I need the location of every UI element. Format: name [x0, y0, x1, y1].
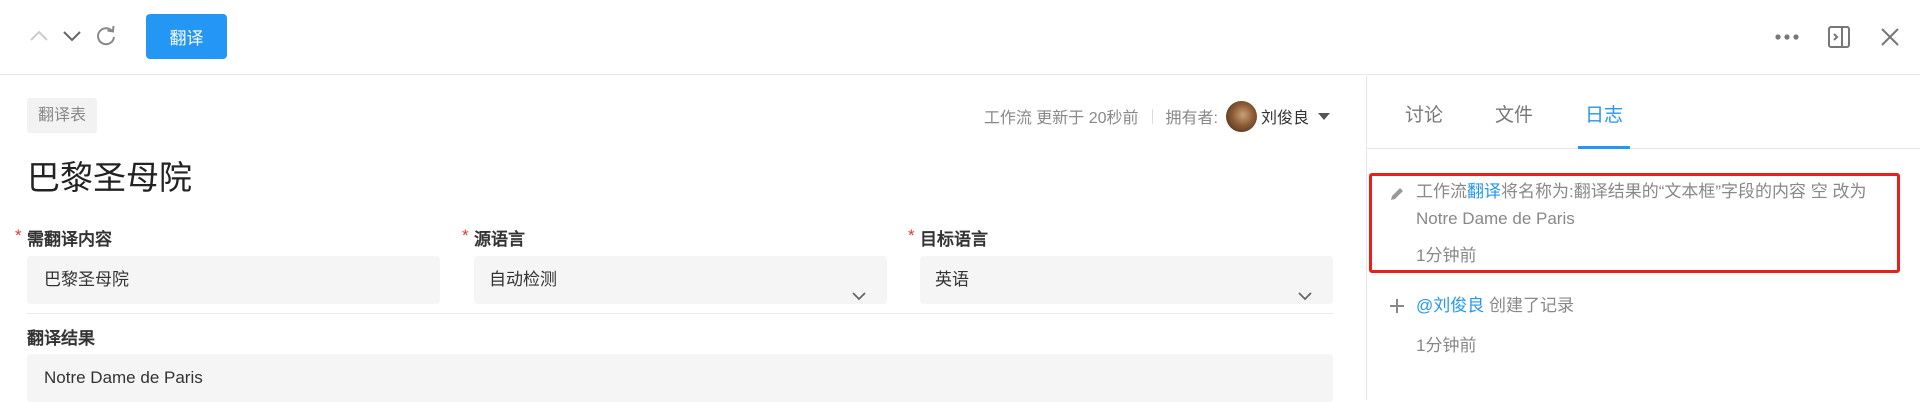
source-lang-select[interactable]: 自动检测	[474, 256, 887, 304]
avatar[interactable]	[1225, 100, 1257, 132]
translate-button[interactable]: 翻译	[146, 14, 227, 59]
page-title: 巴黎圣母院	[27, 159, 192, 196]
target-lang-value: 英语	[935, 270, 969, 289]
caret-down-icon[interactable]	[1318, 112, 1330, 120]
log-text-line2: Notre Dame de Paris	[1416, 209, 1575, 228]
result-value: Notre Dame de Paris	[44, 368, 203, 387]
tab-discussion[interactable]: 讨论	[1405, 100, 1443, 127]
required-mark: *	[15, 226, 22, 245]
log-prefix: 工作流	[1416, 182, 1467, 201]
log-workflow-link[interactable]: 翻译	[1467, 182, 1501, 201]
log-text-line1: 将名称为:翻译结果的“文本框”字段的内容 空 改为	[1501, 182, 1867, 201]
plus-icon	[1389, 298, 1405, 319]
active-tab-indicator	[1578, 146, 1630, 149]
log-entry-text: 工作流翻译将名称为:翻译结果的“文本框”字段的内容 空 改为 Notre Dam…	[1416, 178, 1896, 232]
result-label: 翻译结果	[27, 329, 95, 348]
target-lang-label-text: 目标语言	[920, 230, 988, 249]
close-icon[interactable]	[1875, 22, 1905, 52]
record-form: 翻译表 工作流 更新于 20秒前 拥有者: 刘俊良 巴黎圣母院 * 需翻译内容 …	[0, 76, 1366, 402]
source-lang-label: * 源语言	[462, 225, 525, 250]
source-text-value: 巴黎圣母院	[44, 270, 129, 289]
pencil-icon	[1389, 186, 1405, 207]
meta-divider	[1151, 108, 1153, 124]
log-action-text: 创建了记录	[1484, 296, 1574, 315]
record-meta: 工作流 更新于 20秒前 拥有者: 刘俊良	[984, 98, 1330, 134]
target-lang-select[interactable]: 英语	[920, 256, 1333, 304]
chevron-up-icon[interactable]	[25, 22, 53, 50]
field-divider	[27, 313, 1333, 314]
tab-log[interactable]: 日志	[1585, 100, 1623, 127]
target-lang-label: * 目标语言	[908, 225, 988, 250]
panel-tabs: 讨论 文件 日志	[1367, 76, 1920, 149]
refresh-icon[interactable]	[92, 22, 120, 50]
activity-panel: 讨论 文件 日志 工作流翻译将名称为:翻译结果的“文本框”字段的内容 空 改为 …	[1366, 76, 1920, 400]
log-timestamp: 1分钟前	[1416, 336, 1477, 355]
log-user-link[interactable]: @刘俊良	[1416, 296, 1484, 315]
source-text-label-text: 需翻译内容	[27, 230, 112, 249]
panel-collapse-icon[interactable]	[1824, 22, 1854, 52]
owner-name[interactable]: 刘俊良	[1261, 104, 1309, 128]
more-dots-icon[interactable]	[1772, 22, 1802, 52]
tab-files[interactable]: 文件	[1495, 100, 1533, 127]
source-text-label: * 需翻译内容	[15, 225, 112, 250]
source-text-input[interactable]: 巴黎圣母院	[27, 256, 440, 304]
workflow-updated-text: 工作流 更新于 20秒前	[983, 110, 1139, 127]
form-tag[interactable]: 翻译表	[27, 98, 98, 133]
owner-label: 拥有者:	[1165, 110, 1218, 127]
result-field[interactable]: Notre Dame de Paris	[27, 354, 1333, 402]
source-lang-label-text: 源语言	[474, 230, 525, 249]
required-mark: *	[462, 226, 469, 245]
source-lang-value: 自动检测	[489, 270, 557, 289]
log-entry-text: @刘俊良 创建了记录	[1416, 292, 1574, 319]
required-mark: *	[908, 226, 915, 245]
top-toolbar: 翻译	[0, 0, 1920, 75]
chevron-down-icon[interactable]	[58, 22, 86, 50]
log-timestamp: 1分钟前	[1416, 246, 1477, 265]
